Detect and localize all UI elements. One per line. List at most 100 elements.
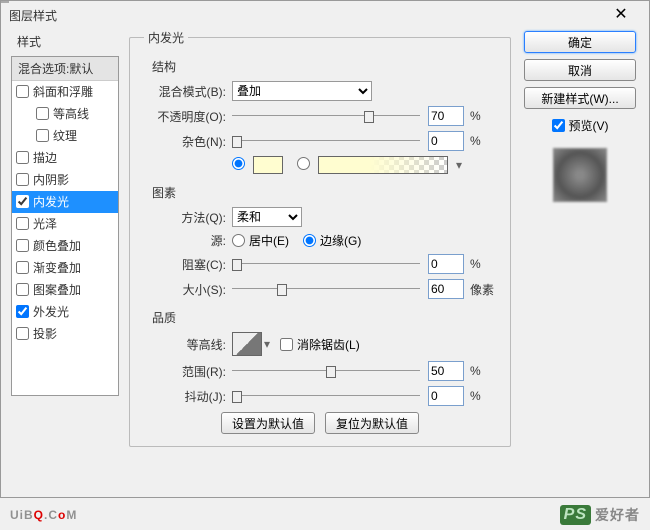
size-input[interactable] [428,279,464,299]
range-unit: % [470,364,496,378]
method-select[interactable]: 柔和 [232,207,302,227]
preview-thumbnail [553,148,607,202]
style-label: 内发光 [33,193,69,210]
structure-title: 结构 [152,58,496,75]
opacity-unit: % [470,109,496,123]
range-input[interactable] [428,361,464,381]
gradient-swatch[interactable] [318,156,448,174]
gradient-radio[interactable] [297,157,312,173]
make-default-button[interactable]: 设置为默认值 [221,412,315,434]
style-item-10[interactable]: 外发光 [12,301,118,323]
title-bar: 图层样式 ✕ [1,1,649,29]
style-label: 描边 [33,149,57,166]
opacity-label: 不透明度(O): [144,108,232,125]
noise-unit: % [470,134,496,148]
style-item-6[interactable]: 光泽 [12,213,118,235]
style-checkbox[interactable] [36,129,49,142]
elements-section: 图素 方法(Q): 柔和 源: 居中(E) 边缘(G) 阻塞(C): % [144,184,496,299]
cancel-button[interactable]: 取消 [524,59,636,81]
style-item-2[interactable]: 纹理 [12,125,118,147]
style-checkbox[interactable] [16,327,29,340]
size-unit: 像素 [470,281,496,298]
styles-list: 混合选项:默认 斜面和浮雕等高线纹理描边内阴影内发光光泽颜色叠加渐变叠加图案叠加… [11,56,119,396]
reset-default-button[interactable]: 复位为默认值 [325,412,419,434]
style-item-1[interactable]: 等高线 [12,103,118,125]
method-label: 方法(Q): [144,209,232,226]
quality-title: 品质 [152,309,496,326]
style-checkbox[interactable] [16,151,29,164]
style-checkbox[interactable] [16,261,29,274]
options-panel: 内发光 结构 混合模式(B): 叠加 不透明度(O): % 杂色(N): [119,29,521,485]
jitter-slider[interactable] [232,389,420,403]
contour-label: 等高线: [144,336,232,353]
inner-glow-legend: 内发光 [144,29,188,46]
preview-checkbox[interactable]: 预览(V) [552,117,609,134]
style-item-8[interactable]: 渐变叠加 [12,257,118,279]
style-checkbox[interactable] [36,107,49,120]
style-checkbox[interactable] [16,195,29,208]
style-item-4[interactable]: 内阴影 [12,169,118,191]
inner-glow-group: 内发光 结构 混合模式(B): 叠加 不透明度(O): % 杂色(N): [129,29,511,447]
size-slider[interactable] [232,282,420,296]
blend-mode-label: 混合模式(B): [144,83,232,100]
blend-mode-select[interactable]: 叠加 [232,81,372,101]
quality-section: 品质 等高线: ▾ 消除锯齿(L) 范围(R): % 抖动(J): [144,309,496,406]
layer-style-dialog: 图层样式 ✕ 样式 混合选项:默认 斜面和浮雕等高线纹理描边内阴影内发光光泽颜色… [0,0,650,498]
choke-label: 阻塞(C): [144,256,232,273]
contour-picker[interactable] [232,332,262,356]
elements-title: 图素 [152,184,496,201]
contour-dropdown-icon[interactable]: ▾ [264,337,270,351]
new-style-button[interactable]: 新建样式(W)... [524,87,636,109]
window-title: 图层样式 [9,7,601,24]
range-slider[interactable] [232,364,420,378]
range-label: 范围(R): [144,363,232,380]
style-item-5[interactable]: 内发光 [12,191,118,213]
opacity-input[interactable] [428,106,464,126]
noise-slider[interactable] [232,134,420,148]
choke-input[interactable] [428,254,464,274]
style-checkbox[interactable] [16,283,29,296]
opacity-slider[interactable] [232,109,420,123]
color-radio[interactable] [232,157,247,173]
style-label: 纹理 [53,127,77,144]
styles-panel: 样式 混合选项:默认 斜面和浮雕等高线纹理描边内阴影内发光光泽颜色叠加渐变叠加图… [11,29,119,485]
style-label: 外发光 [33,303,69,320]
noise-label: 杂色(N): [144,133,232,150]
style-label: 斜面和浮雕 [33,83,93,100]
gradient-dropdown-icon[interactable]: ▾ [456,158,462,172]
anti-alias-checkbox[interactable]: 消除锯齿(L) [280,336,360,353]
style-label: 光泽 [33,215,57,232]
ok-button[interactable]: 确定 [524,31,636,53]
choke-unit: % [470,257,496,271]
style-label: 颜色叠加 [33,237,81,254]
style-checkbox[interactable] [16,173,29,186]
jitter-unit: % [470,389,496,403]
actions-panel: 确定 取消 新建样式(W)... 预览(V) [521,29,639,485]
style-checkbox[interactable] [16,305,29,318]
style-label: 渐变叠加 [33,259,81,276]
color-swatch[interactable] [253,156,283,174]
style-item-11[interactable]: 投影 [12,323,118,345]
style-checkbox[interactable] [16,85,29,98]
noise-input[interactable] [428,131,464,151]
source-center-radio[interactable]: 居中(E) [232,232,289,249]
watermark: UiBQ.CoM PS爱好者 [0,500,650,530]
choke-slider[interactable] [232,257,420,271]
source-label: 源: [144,232,232,249]
style-checkbox[interactable] [16,217,29,230]
jitter-input[interactable] [428,386,464,406]
structure-section: 结构 混合模式(B): 叠加 不透明度(O): % 杂色(N): % [144,58,496,174]
style-item-7[interactable]: 颜色叠加 [12,235,118,257]
style-item-0[interactable]: 斜面和浮雕 [12,81,118,103]
style-label: 内阴影 [33,171,69,188]
style-item-9[interactable]: 图案叠加 [12,279,118,301]
style-label: 图案叠加 [33,281,81,298]
size-label: 大小(S): [144,281,232,298]
style-checkbox[interactable] [16,239,29,252]
blending-options-row[interactable]: 混合选项:默认 [12,57,118,81]
styles-header: 样式 [11,29,119,54]
close-icon[interactable]: ✕ [601,1,641,29]
style-item-3[interactable]: 描边 [12,147,118,169]
source-edge-radio[interactable]: 边缘(G) [303,232,361,249]
style-label: 等高线 [53,105,89,122]
